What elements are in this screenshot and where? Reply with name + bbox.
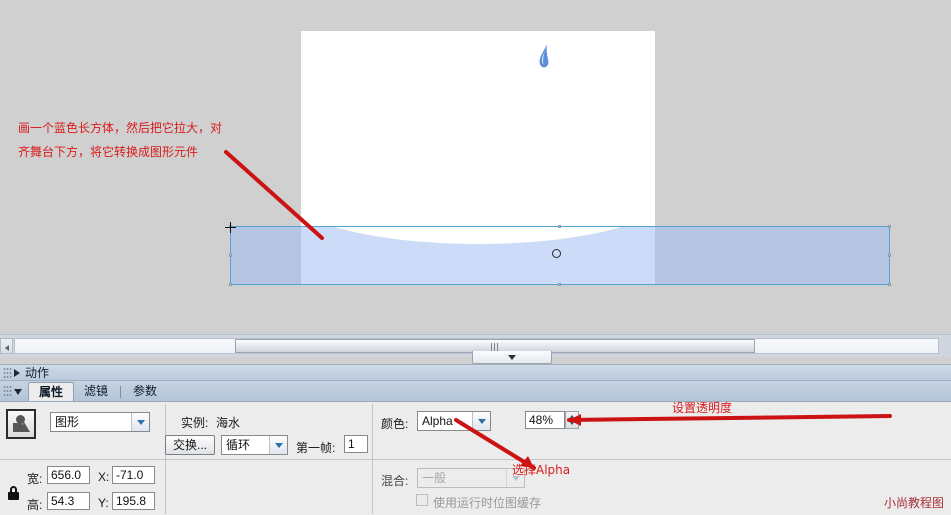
water-droplet-icon <box>538 44 550 68</box>
x-input[interactable]: -71.0 <box>112 466 155 484</box>
properties-panel-tabbar[interactable]: 属性 滤镜 参数 <box>0 381 951 401</box>
grip-icon <box>491 343 499 351</box>
width-label: 宽: <box>27 472 43 486</box>
symbol-type-dropdown[interactable]: 图形 <box>50 412 150 432</box>
panel-gripper-icon[interactable] <box>3 385 12 397</box>
symbol-type-value: 图形 <box>55 415 80 429</box>
annotation-draw-rect-line1: 画一个蓝色长方体，然后把它拉大，对 <box>18 121 223 135</box>
tab-separator <box>120 386 122 398</box>
actions-panel-title: 动作 <box>25 366 50 380</box>
instance-name: 海水 <box>216 416 241 430</box>
graphic-symbol-icon[interactable] <box>6 409 36 439</box>
color-effect-value: Alpha <box>422 414 453 428</box>
height-input[interactable]: 54.3 <box>47 492 90 510</box>
swap-button[interactable]: 交换... <box>165 435 216 455</box>
width-input[interactable]: 656.0 <box>47 466 90 484</box>
x-label: X: <box>98 470 110 484</box>
bitmap-cache-checkbox[interactable] <box>416 494 428 506</box>
row-separator <box>0 459 372 460</box>
panel-gripper-icon[interactable] <box>3 366 12 379</box>
tab-filters-label: 滤镜 <box>84 384 109 398</box>
registration-point-icon <box>552 249 561 258</box>
blend-label: 混合: <box>381 474 409 488</box>
annotation-choose-alpha-label: 选择Alpha <box>512 463 571 477</box>
tab-properties-label: 属性 <box>39 385 64 399</box>
annotation-arrow-to-water <box>224 150 324 240</box>
bitmap-cache-label: 使用运行时位图缓存 <box>433 496 542 510</box>
first-frame-label: 第一帧: <box>296 441 336 455</box>
loop-mode-dropdown[interactable]: 循环 <box>221 435 288 455</box>
lock-icon[interactable] <box>8 486 19 500</box>
actions-panel-header[interactable]: 动作 <box>0 364 951 381</box>
first-frame-input[interactable]: 1 <box>344 435 368 453</box>
triangle-down-icon <box>508 355 516 360</box>
tab-parameters[interactable]: 参数 <box>123 382 167 401</box>
stage-workspace[interactable]: 画一个蓝色长方体，然后把它拉大，对 齐舞台下方，将它转换成图形元件 <box>0 0 951 334</box>
properties-panel-body: 图形 宽: 656.0 X: -71.0 高: 54.3 Y: 195.8 实例… <box>0 401 951 515</box>
height-label: 高: <box>27 498 43 512</box>
instance-label: 实例: <box>181 416 209 430</box>
loop-mode-value: 循环 <box>226 438 251 452</box>
triangle-right-icon[interactable] <box>14 368 20 377</box>
arrow-left-icon[interactable] <box>0 338 13 354</box>
blend-mode-value: 一般 <box>422 471 447 485</box>
tab-filters[interactable]: 滤镜 <box>74 382 118 401</box>
y-label: Y: <box>98 496 109 510</box>
chevron-down-icon[interactable] <box>269 436 287 454</box>
annotation-draw-rect-line2: 齐舞台下方，将它转换成图形元件 <box>18 145 199 159</box>
watermark-label: 小尚教程图 <box>884 496 945 510</box>
timeline-collapse-button[interactable] <box>472 351 552 364</box>
triangle-down-icon[interactable] <box>14 389 22 395</box>
tab-parameters-label: 参数 <box>133 384 158 398</box>
color-label: 颜色: <box>381 417 409 431</box>
y-input[interactable]: 195.8 <box>112 492 155 510</box>
annotation-set-alpha-label: 设置透明度 <box>672 401 733 415</box>
chevron-down-icon[interactable] <box>131 413 149 431</box>
tab-properties[interactable]: 属性 <box>28 382 75 401</box>
